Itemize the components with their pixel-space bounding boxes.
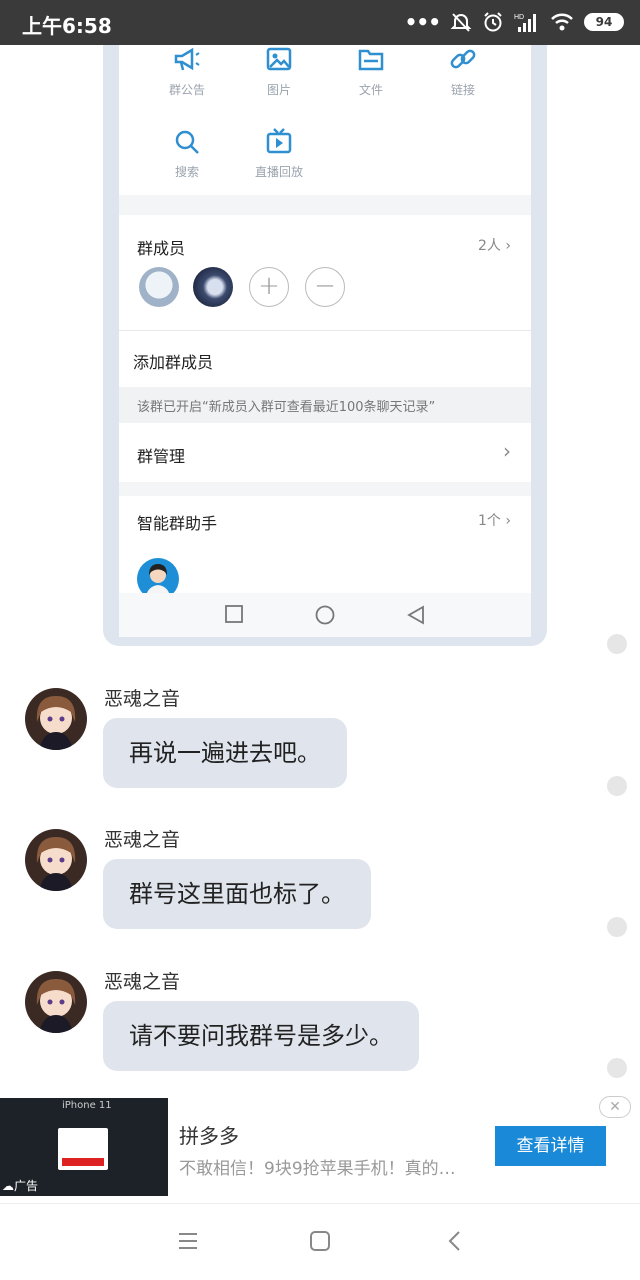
add-member-row: 添加群成员 <box>119 330 531 387</box>
message-bubble[interactable]: 请不要问我群号是多少。 <box>103 1001 419 1071</box>
menu-icon[interactable] <box>177 1230 199 1252</box>
ad-title: 拼多多 <box>179 1124 239 1148</box>
search-icon <box>175 130 199 154</box>
message-bubble[interactable]: 再说一遍进去吧。 <box>103 718 347 788</box>
loading-dot <box>607 776 627 796</box>
alarm-icon <box>484 12 502 32</box>
history-notice: 该群已开启“新成员入群可查看最近100条聊天记录” <box>119 387 531 423</box>
quick-action-label: 搜索 <box>174 165 199 179</box>
svg-text:HD: HD <box>514 14 524 21</box>
members-count-text: 2人 <box>478 238 501 254</box>
quick-action-links: 链接 <box>417 45 509 98</box>
quick-action-announcement: 群公告 <box>141 45 233 98</box>
add-member-circle-button: + <box>249 267 289 307</box>
section-divider <box>119 195 531 215</box>
shared-screenshot-bubble[interactable]: 群公告 图片 文件 链接 搜索 直播回放 群成员 2人 › + − 添加群成员 … <box>103 45 547 646</box>
remove-member-circle-button: − <box>305 267 345 307</box>
sender-name: 恶魂之音 <box>104 688 181 710</box>
link-icon <box>450 49 476 69</box>
system-nav-bar <box>0 1203 640 1280</box>
status-icons: ••• HD 94 <box>405 9 624 35</box>
signal-icon: HD <box>514 14 536 32</box>
ad-description: 不敢相信！9块9抢苹果手机！真的… <box>179 1159 456 1179</box>
anime-avatar-icon <box>25 688 87 750</box>
avatar <box>193 267 233 307</box>
status-bar: 上午6:58 ••• HD 94 <box>0 0 640 45</box>
loading-dot <box>607 917 627 937</box>
mute-bell-icon <box>450 13 472 32</box>
anime-avatar-icon <box>25 829 87 891</box>
battery-indicator: 94 <box>584 13 624 31</box>
add-member-label: 添加群成员 <box>133 353 214 372</box>
avatar <box>139 267 179 307</box>
ad-thumb-label: iPhone 11 <box>62 1100 112 1111</box>
quick-action-label: 直播回放 <box>254 165 303 179</box>
ad-banner[interactable]: iPhone 11 ☁广告 拼多多 不敢相信！9块9抢苹果手机！真的… 查看详情… <box>0 1096 640 1196</box>
quick-action-search: 搜索 <box>141 127 233 180</box>
chevron-right-icon: › <box>503 439 511 463</box>
status-time: 上午6:58 <box>22 14 112 38</box>
ad-thumb-bar <box>62 1158 104 1166</box>
square-icon <box>225 605 243 623</box>
anime-avatar-icon <box>25 971 87 1033</box>
assistant-count-text: 1个 <box>478 513 501 529</box>
group-manage-row: 群管理 › <box>119 427 531 482</box>
ad-tag: ☁广告 <box>2 1177 38 1194</box>
group-members-section: 群成员 2人 › + − <box>119 217 531 329</box>
sender-name: 恶魂之音 <box>104 829 181 851</box>
home-square-icon[interactable] <box>309 1230 331 1252</box>
tv-play-icon <box>266 128 292 154</box>
quick-action-live-replay: 直播回放 <box>233 127 325 180</box>
image-icon <box>266 47 292 71</box>
triangle-back-icon <box>407 605 424 625</box>
ad-thumbnail[interactable]: iPhone 11 ☁广告 <box>0 1098 168 1196</box>
circle-icon <box>315 605 335 625</box>
chevron-right-icon: › <box>505 513 511 529</box>
avatar[interactable] <box>25 688 87 750</box>
smart-assistant-section: 智能群助手 1个 › <box>119 496 531 600</box>
megaphone-icon <box>174 47 200 71</box>
folder-icon <box>358 49 384 71</box>
section-divider <box>119 482 531 496</box>
quick-action-images: 图片 <box>233 45 325 98</box>
group-info-screenshot: 群公告 图片 文件 链接 搜索 直播回放 群成员 2人 › + − 添加群成员 … <box>119 45 531 637</box>
ad-thumb-card <box>58 1128 108 1170</box>
loading-dot <box>607 634 627 654</box>
quick-actions-grid: 群公告 图片 文件 链接 搜索 直播回放 <box>119 45 531 195</box>
more-dots-icon: ••• <box>404 10 441 34</box>
loading-dot <box>607 1058 627 1078</box>
avatar[interactable] <box>25 829 87 891</box>
members-count: 2人 › <box>478 235 511 255</box>
quick-action-label: 文件 <box>358 83 383 97</box>
close-ad-button[interactable]: ✕ <box>599 1096 631 1118</box>
chevron-right-icon: › <box>505 238 511 254</box>
assistant-count: 1个 › <box>478 510 511 530</box>
quick-action-files: 文件 <box>325 45 417 98</box>
avatar[interactable] <box>25 971 87 1033</box>
ad-tag-text: 广告 <box>14 1179 39 1193</box>
members-title: 群成员 <box>137 239 186 258</box>
quick-action-label: 群公告 <box>168 83 205 97</box>
view-details-button[interactable]: 查看详情 <box>495 1126 606 1166</box>
quick-action-label: 链接 <box>450 83 475 97</box>
wifi-icon <box>551 13 573 31</box>
message-bubble[interactable]: 群号这里面也标了。 <box>103 859 371 929</box>
sender-name: 恶魂之音 <box>104 971 181 993</box>
back-chevron-icon[interactable] <box>444 1230 466 1252</box>
quick-action-label: 图片 <box>266 83 291 97</box>
assistant-title: 智能群助手 <box>137 514 218 533</box>
screenshot-nav-bar <box>119 593 531 637</box>
group-manage-label: 群管理 <box>137 447 186 466</box>
cloud-icon: ☁ <box>2 1179 14 1193</box>
